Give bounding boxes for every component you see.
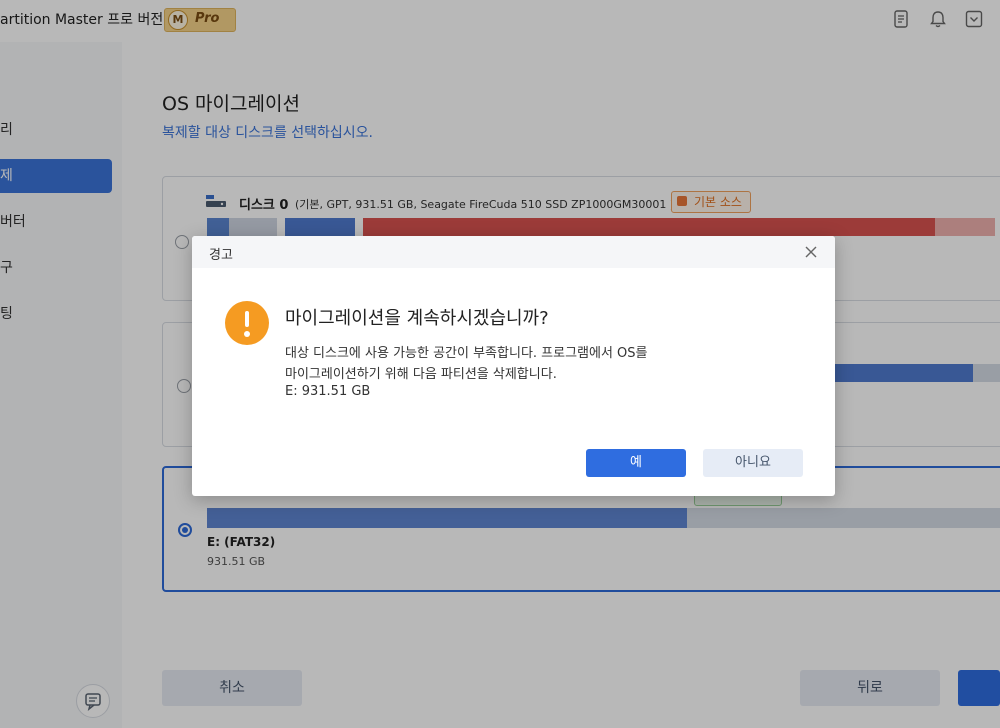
dialog-heading: 마이그레이션을 계속하시겠습니까? (285, 308, 549, 329)
dialog-title: 경고 (209, 248, 233, 263)
yes-button[interactable]: 예 (586, 449, 686, 477)
warning-icon (225, 301, 269, 345)
dialog-header: 경고 (192, 236, 835, 268)
dialog-message-line-3: E: 931.51 GB (285, 384, 371, 399)
dialog-message-line-2: 마이그레이션하기 위해 다음 파티션을 삭제합니다. (285, 367, 557, 382)
dialog-message-line-1: 대상 디스크에 사용 가능한 공간이 부족합니다. 프로그램에서 OS를 (285, 346, 648, 361)
close-icon[interactable] (803, 244, 819, 260)
no-button[interactable]: 아니요 (703, 449, 803, 477)
warning-dialog: 경고 마이그레이션을 계속하시겠습니까? 대상 디스크에 사용 가능한 공간이 … (192, 236, 835, 496)
